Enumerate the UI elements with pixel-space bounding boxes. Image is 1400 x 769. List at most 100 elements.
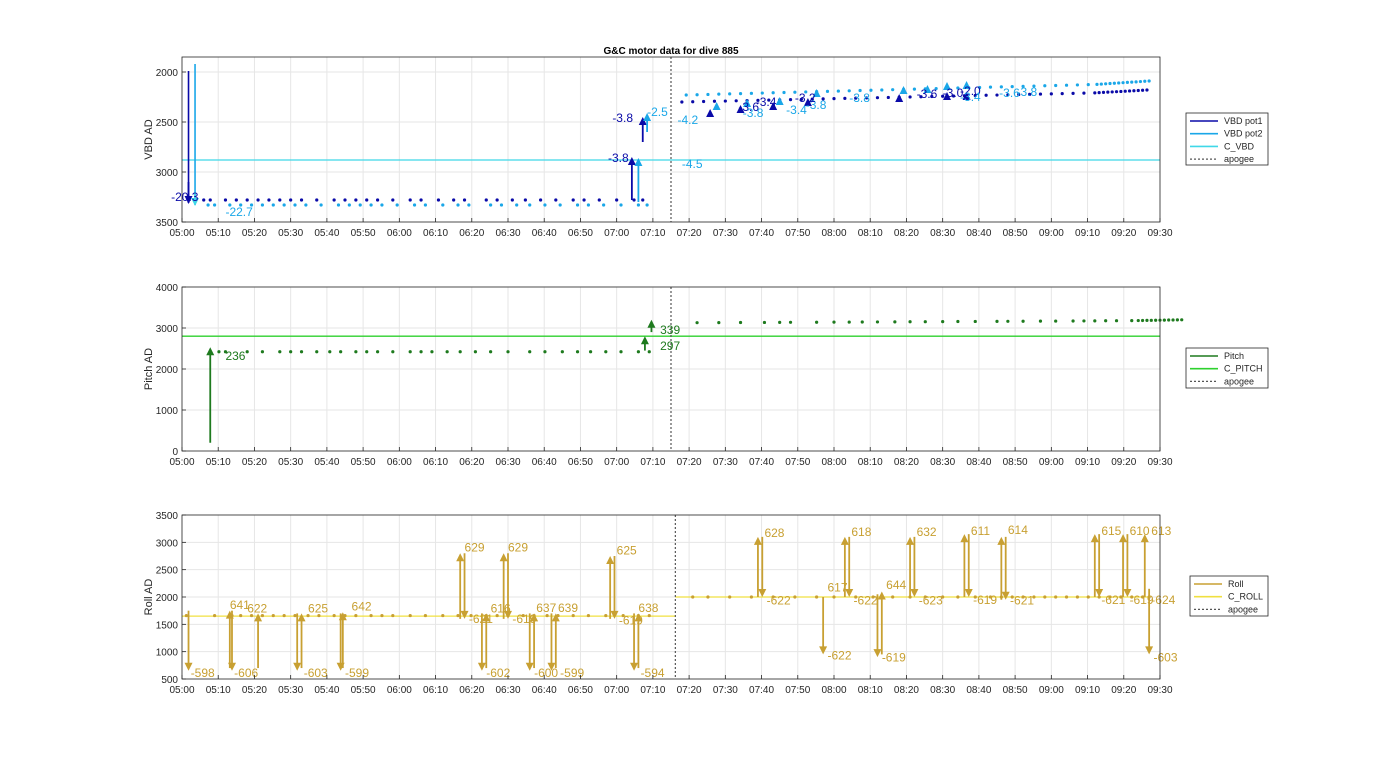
data-label: 632 xyxy=(917,525,937,539)
data-point xyxy=(343,198,347,202)
data-point xyxy=(1093,319,1097,323)
legend: Pitch C_PITCHapogee xyxy=(1185,347,1269,389)
data-point xyxy=(391,350,395,354)
data-point xyxy=(1167,318,1171,322)
data-point xyxy=(912,87,917,91)
data-label: -600 xyxy=(534,666,558,680)
data-point xyxy=(880,88,884,92)
data-point xyxy=(1130,319,1134,323)
data-label: -621 xyxy=(1010,594,1034,608)
legend-label: Pitch xyxy=(1224,351,1244,361)
data-point xyxy=(723,99,727,103)
y-tick-label: 3500 xyxy=(156,218,179,229)
data-point xyxy=(571,198,575,202)
data-point xyxy=(1093,91,1097,95)
x-tick-label: 07:00 xyxy=(604,228,629,239)
x-tick-label: 08:10 xyxy=(858,457,883,468)
data-point xyxy=(893,320,897,324)
x-tick-label: 06:50 xyxy=(568,457,593,468)
data-point xyxy=(956,319,960,324)
x-tick-label: 08:20 xyxy=(894,457,919,468)
data-point xyxy=(391,198,395,202)
data-label: -3.8 xyxy=(612,111,633,125)
data-point xyxy=(684,93,688,97)
data-label: 616 xyxy=(491,601,511,615)
data-label: -2.5 xyxy=(647,105,668,119)
data-point xyxy=(234,198,238,202)
data-point xyxy=(489,203,493,207)
x-tick-label: 06:10 xyxy=(423,457,448,468)
data-point xyxy=(1054,319,1058,323)
x-tick-label: 07:20 xyxy=(677,228,702,239)
data-point xyxy=(941,320,945,324)
x-tick-label: 06:00 xyxy=(387,685,412,696)
data-point xyxy=(956,595,960,599)
data-point xyxy=(365,198,369,202)
data-point xyxy=(528,203,532,207)
data-label: 628 xyxy=(764,526,784,540)
data-label: -619 xyxy=(512,612,536,626)
data-point xyxy=(793,595,797,599)
data-point xyxy=(1114,319,1119,323)
data-point xyxy=(1075,595,1080,599)
data-point xyxy=(430,350,434,354)
data-point xyxy=(843,96,847,100)
data-point xyxy=(636,203,641,207)
x-tick-label: 08:10 xyxy=(858,685,883,696)
data-point xyxy=(315,198,319,202)
x-tick-label: 06:10 xyxy=(423,228,448,239)
y-tick-label: 1000 xyxy=(156,648,179,659)
data-point xyxy=(347,203,351,207)
data-point xyxy=(213,613,217,618)
data-point xyxy=(271,203,275,207)
data-point xyxy=(499,203,504,207)
data-point xyxy=(1141,88,1145,92)
data-point xyxy=(1134,80,1138,84)
data-point xyxy=(412,203,417,207)
data-point xyxy=(523,198,527,202)
data-point xyxy=(645,203,649,207)
legend-label: C_PITCH xyxy=(1224,364,1263,374)
data-point xyxy=(788,320,793,324)
data-label: -4.2 xyxy=(678,113,699,127)
data-point xyxy=(586,203,591,207)
data-label: -619 xyxy=(973,593,997,607)
data-label: 625 xyxy=(308,601,328,615)
data-point xyxy=(376,198,380,202)
data-point xyxy=(788,98,793,102)
data-label: -622 xyxy=(767,594,791,608)
data-label: 613 xyxy=(1151,524,1171,538)
y-tick-label: 2500 xyxy=(156,566,179,577)
data-point xyxy=(1064,595,1069,599)
data-label: 297 xyxy=(660,339,680,353)
x-tick-label: 07:30 xyxy=(713,228,738,239)
data-point xyxy=(543,350,547,354)
data-label: -599 xyxy=(345,666,369,680)
data-point xyxy=(1006,319,1010,323)
x-tick-label: 07:40 xyxy=(749,228,774,239)
legend-label: apogee xyxy=(1224,154,1254,164)
data-point xyxy=(495,198,499,202)
x-tick-label: 08:20 xyxy=(894,228,919,239)
data-point xyxy=(1119,89,1123,94)
data-point xyxy=(875,320,880,324)
x-tick-label: 06:40 xyxy=(532,228,557,239)
data-label: -3.4 xyxy=(756,95,777,109)
data-point xyxy=(1097,91,1101,95)
x-tick-label: 09:10 xyxy=(1075,457,1100,468)
data-point xyxy=(554,198,558,202)
y-tick-label: 4000 xyxy=(156,283,179,294)
data-point xyxy=(245,198,249,202)
data-point xyxy=(332,198,336,202)
x-tick-label: 08:00 xyxy=(821,685,846,696)
data-point xyxy=(1180,318,1184,322)
data-point xyxy=(365,350,369,354)
data-point xyxy=(908,95,912,99)
data-point xyxy=(891,595,895,599)
data-label: -603 xyxy=(304,666,328,680)
x-tick-label: 08:50 xyxy=(1003,685,1028,696)
data-point xyxy=(436,198,441,202)
figure-svg: G&C motor data for dive 885 -20.3 -22.7 -3… xyxy=(143,46,1269,696)
data-point xyxy=(260,350,265,354)
y-tick-label: 1000 xyxy=(156,406,179,417)
